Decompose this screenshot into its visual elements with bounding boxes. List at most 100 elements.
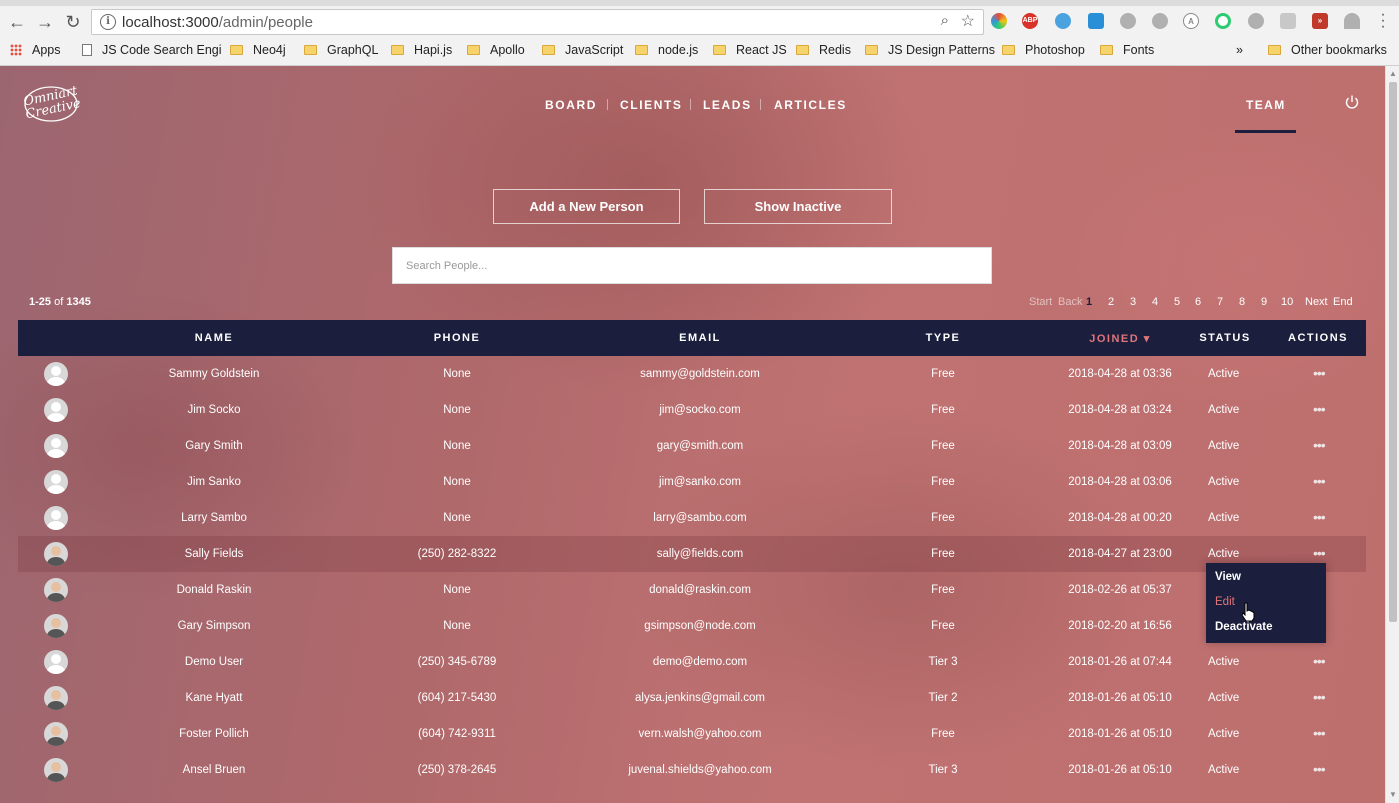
bookmark-react-js[interactable]: React JS [713,43,787,57]
column-name[interactable]: NAME [195,332,233,344]
cell-email[interactable]: juvenal.shields@yahoo.com [628,764,771,776]
drive-extension-icon[interactable] [1344,13,1360,29]
column-joined[interactable]: JOINED ▾ [1089,332,1151,345]
power-icon[interactable] [1344,94,1360,110]
font-extension-icon[interactable]: A [1183,13,1199,29]
forward-extension-icon[interactable]: » [1312,13,1328,29]
pager-page[interactable]: 4 [1152,296,1158,308]
gmail-extension-icon[interactable] [1280,13,1296,29]
search-people-input[interactable]: Search People... [392,247,992,284]
column-status[interactable]: STATUS [1199,332,1250,344]
menu-deactivate[interactable]: Deactivate [1215,621,1273,633]
pager-page[interactable]: 8 [1239,296,1245,308]
pager-back[interactable]: Back [1058,296,1082,308]
cell-email[interactable]: sally@fields.com [657,548,743,560]
table-row[interactable]: Ansel Bruen (250) 378-2645 juvenal.shields… [18,752,1366,788]
column-type[interactable]: TYPE [926,332,961,344]
pager-page[interactable]: 10 [1281,296,1293,308]
url-text[interactable]: localhost:3000/admin/people [122,14,313,31]
table-row[interactable]: Jim Sanko None jim@sanko.com Free 2018-04-28… [18,464,1366,500]
adblock-extension-icon[interactable]: ABP [1022,13,1038,29]
show-inactive-button[interactable]: Show Inactive [704,189,892,224]
row-actions-button[interactable]: ••• [1313,725,1326,741]
cell-email[interactable]: alysa.jenkins@gmail.com [635,692,765,704]
forward-arrow-icon[interactable]: → [34,11,56,33]
cell-email[interactable]: larry@sambo.com [653,512,746,524]
nav-clients[interactable]: CLIENTS [620,98,683,112]
back-arrow-icon[interactable]: ← [6,11,28,33]
zoom-icon[interactable]: ⌕ [941,12,949,29]
table-row[interactable]: Sammy Goldstein None sammy@goldstein.com Fr… [18,356,1366,392]
browser-menu-icon[interactable]: · · · [1378,7,1388,35]
menu-edit[interactable]: Edit [1215,596,1235,608]
bookmark-js-design-patterns[interactable]: JS Design Patterns [865,43,995,57]
nav-articles[interactable]: ARTICLES [774,98,847,112]
bookmarks-overflow-button[interactable]: » [1236,43,1243,57]
row-actions-button[interactable]: ••• [1313,401,1326,417]
cell-email[interactable]: vern.walsh@yahoo.com [639,728,762,740]
bookmark-javascript[interactable]: JavaScript [542,43,623,57]
bookmark-js-code-search[interactable]: JS Code Search Engi [82,43,222,57]
table-row[interactable]: Donald Raskin None donald@raskin.com Free 20… [18,572,1366,608]
pager-page[interactable]: 9 [1261,296,1267,308]
page-scrollbar[interactable]: ▲ ▼ [1385,66,1399,803]
row-actions-button[interactable]: ••• [1313,437,1326,453]
pager-end[interactable]: End [1333,296,1353,308]
pager-page[interactable]: 3 [1130,296,1136,308]
cloud-extension-icon[interactable] [1248,13,1264,29]
sync-extension-icon[interactable] [1152,13,1168,29]
bookmark-fonts[interactable]: Fonts [1100,43,1154,57]
table-row[interactable]: Gary Simpson None gsimpson@node.com Free 201… [18,608,1366,644]
row-actions-button[interactable]: ••• [1313,653,1326,669]
address-bar[interactable]: i localhost:3000/admin/people ⌕ ☆ [91,9,984,35]
window-extension-icon[interactable] [1088,13,1104,29]
reload-icon[interactable]: ↻ [62,11,84,33]
bookmark-redis[interactable]: Redis [796,43,851,57]
pager-page[interactable]: 2 [1108,296,1114,308]
nav-team[interactable]: TEAM [1246,98,1286,112]
bookmark-star-icon[interactable]: ☆ [961,11,975,31]
ring-extension-icon[interactable] [1215,13,1231,29]
cell-email[interactable]: gsimpson@node.com [644,620,755,632]
cell-email[interactable]: jim@sanko.com [659,476,741,488]
row-actions-button[interactable]: ••• [1313,545,1326,561]
table-row[interactable]: Kane Hyatt (604) 217-5430 alysa.jenkins@gm… [18,680,1366,716]
bookmark-apps[interactable]: Apps [10,43,61,57]
row-actions-button[interactable]: ••• [1313,509,1326,525]
table-row[interactable]: Gary Smith None gary@smith.com Free 2018-04-… [18,428,1366,464]
pager-page[interactable]: 7 [1217,296,1223,308]
pager-page[interactable]: 6 [1195,296,1201,308]
pager-page-current[interactable]: 1 [1086,296,1092,308]
pager-page[interactable]: 5 [1174,296,1180,308]
column-phone[interactable]: PHONE [434,332,481,344]
nav-leads[interactable]: LEADS [703,98,752,112]
scroll-down-icon[interactable]: ▼ [1389,790,1397,799]
cell-email[interactable]: sammy@goldstein.com [640,368,760,380]
table-row[interactable]: Jim Socko None jim@socko.com Free 2018-04-28… [18,392,1366,428]
color-picker-extension-icon[interactable] [991,13,1007,29]
table-row[interactable]: Foster Pollich (604) 742-9311 vern.walsh@y… [18,716,1366,752]
bookmark-graphql[interactable]: GraphQL [304,43,378,57]
bookmark-hapijs[interactable]: Hapi.js [391,43,452,57]
add-new-person-button[interactable]: Add a New Person [493,189,680,224]
bookmark-neo4j[interactable]: Neo4j [230,43,286,57]
settings-extension-icon[interactable] [1055,13,1071,29]
table-row[interactable]: Sally Fields (250) 282-8322 sally@fields.c… [18,536,1366,572]
scroll-up-icon[interactable]: ▲ [1389,69,1397,78]
scrollbar-thumb[interactable] [1389,82,1397,622]
table-row[interactable]: Demo User (250) 345-6789 demo@demo.com Tier… [18,644,1366,680]
omniart-logo[interactable]: Omniart Creative [22,82,82,126]
cell-email[interactable]: donald@raskin.com [649,584,751,596]
row-actions-button[interactable]: ••• [1313,761,1326,777]
pager-next[interactable]: Next [1305,296,1328,308]
bird-extension-icon[interactable] [1120,13,1136,29]
cell-email[interactable]: demo@demo.com [653,656,747,668]
nav-board[interactable]: BOARD [545,98,597,112]
cell-email[interactable]: jim@socko.com [659,404,740,416]
cell-email[interactable]: gary@smith.com [657,440,743,452]
bookmark-apollo[interactable]: Apollo [467,43,525,57]
info-icon[interactable]: i [100,14,116,30]
table-row[interactable]: Larry Sambo None larry@sambo.com Free 2018-0… [18,500,1366,536]
bookmark-nodejs[interactable]: node.js [635,43,698,57]
row-actions-button[interactable]: ••• [1313,689,1326,705]
